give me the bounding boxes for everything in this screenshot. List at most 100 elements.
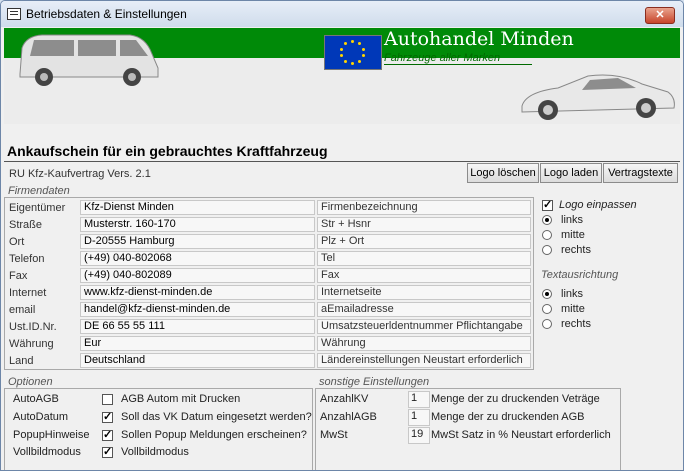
field-label: Währung [9,338,54,350]
field-row: Fax (+49) 040-802089 Fax [5,268,533,285]
brand-tagline: Fahrzeuge aller Marken [384,52,532,65]
brand-name: Autohandel Minden [384,28,574,50]
logo-load-button[interactable]: Logo laden [540,163,602,183]
country-input[interactable]: Deutschland [80,353,315,368]
field-row: email handel@kfz-dienst-minden.de aEmail… [5,302,533,319]
field-row: Eigentümer Kfz-Dienst Minden Firmenbezei… [5,200,533,217]
setting-text: Menge der zu druckenden Veträge [431,393,600,405]
eu-flag-icon [324,35,382,70]
field-label: email [9,304,36,316]
field-description: Tel [317,251,531,266]
field-description: Umsatzsteuerldentnummer Pflichtangabe [317,319,531,334]
street-input[interactable]: Musterstr. 160-170 [80,217,315,232]
option-text: Vollbildmodus [121,446,189,458]
contract-texts-button[interactable]: Vertragstexte [603,163,678,183]
text-right-radio[interactable] [542,319,552,329]
field-row: Währung Eur Währung [5,336,533,353]
option-label: PopupHinweise [13,429,90,441]
field-row: Ort D-20555 Hamburg Plz + Ort [5,234,533,251]
field-row: Telefon (+49) 040-802068 Tel [5,251,533,268]
currency-input[interactable]: Eur [80,336,315,351]
van-image [19,34,159,86]
auto-date-checkbox[interactable] [102,410,113,423]
field-label: Eigentümer [9,202,66,214]
logo-right-label: rechts [561,244,591,256]
logo-right-radio[interactable] [542,245,552,255]
field-row: Internet www.kfz-dienst-minden.de Intern… [5,285,533,302]
auto-agb-checkbox[interactable] [102,394,113,405]
owner-input[interactable]: Kfz-Dienst Minden [80,200,315,215]
close-button[interactable]: ✕ [645,7,675,24]
page-title: Ankaufschein für ein gebrauchtes Kraftfa… [7,143,328,159]
setting-text: MwSt Satz in % Neustart erforderlich [431,429,611,441]
firmendaten-panel: Eigentümer Kfz-Dienst Minden Firmenbezei… [4,197,534,370]
field-label: Telefon [9,253,45,265]
logo-center-radio[interactable] [542,230,552,240]
field-row: Ust.ID.Nr. DE 66 55 55 111 Umsatzsteuerl… [5,319,533,336]
fax-input[interactable]: (+49) 040-802089 [80,268,315,283]
header-banner: Autohandel Minden Fahrzeuge aller Marken [4,28,680,124]
email-input[interactable]: handel@kfz-dienst-minden.de [80,302,315,317]
logo-fit-label: Logo einpassen [559,199,637,211]
field-label: Ust.ID.Nr. [9,321,57,333]
logo-delete-button[interactable]: Logo löschen [467,163,539,183]
field-description: Fax [317,268,531,283]
field-row: Land Deutschland Ländereinstellungen Neu… [5,353,533,370]
app-icon [7,8,21,20]
text-center-label: mitte [561,303,585,315]
agb-count-input[interactable]: 1 [408,409,430,426]
logo-left-label: links [561,214,584,226]
setting-label: MwSt [320,429,348,441]
field-description: Ländereinstellungen Neustart erforderlic… [317,353,531,368]
popup-hints-checkbox[interactable] [102,428,113,441]
vat-rate-input[interactable]: 19 [408,427,430,444]
contract-count-input[interactable]: 1 [408,391,430,408]
field-label: Land [9,355,34,367]
field-description: aEmailadresse [317,302,531,317]
option-label: AutoAGB [13,393,59,405]
field-description: Internetseite [317,285,531,300]
option-label: Vollbildmodus [13,446,81,458]
optionen-panel: AutoAGB AGB Autom mit Drucken AutoDatum … [4,388,313,470]
optionen-label: Optionen [8,376,53,388]
window-title: Betriebsdaten & Einstellungen [26,7,187,21]
logo-fit-checkbox[interactable] [542,198,553,211]
option-text: AGB Autom mit Drucken [121,393,241,405]
text-left-label: links [561,288,584,300]
fullscreen-checkbox[interactable] [102,445,113,458]
setting-label: AnzahlKV [320,393,369,405]
option-label: AutoDatum [13,411,69,423]
sonstige-panel: AnzahlKV 1 Menge der zu druckenden Veträ… [315,388,621,470]
text-left-radio[interactable] [542,289,552,299]
option-text: Sollen Popup Meldungen erscheinen? [121,429,307,441]
logo-left-radio[interactable] [542,215,552,225]
website-input[interactable]: www.kfz-dienst-minden.de [80,285,315,300]
divider [4,161,680,162]
title-bar[interactable]: Betriebsdaten & Einstellungen ✕ [1,1,683,27]
option-text: Soll das VK Datum eingesetzt werden? [121,411,312,423]
firmendaten-label: Firmendaten [8,185,70,197]
sonstige-label: sonstige Einstellungen [319,376,430,388]
field-description: Währung [317,336,531,351]
version-label: RU Kfz-Kaufvertrag Vers. 2.1 [9,168,151,180]
field-label: Ort [9,236,25,248]
setting-text: Menge der zu druckenden AGB [431,411,585,423]
vat-id-input[interactable]: DE 66 55 55 111 [80,319,315,334]
field-description: Firmenbezeichnung [317,200,531,215]
text-right-label: rechts [561,318,591,330]
field-label: Internet [9,287,47,299]
field-description: Plz + Ort [317,234,531,249]
city-input[interactable]: D-20555 Hamburg [80,234,315,249]
phone-input[interactable]: (+49) 040-802068 [80,251,315,266]
logo-center-label: mitte [561,229,585,241]
text-align-label: Textausrichtung [541,269,619,281]
text-center-radio[interactable] [542,304,552,314]
field-label: Fax [9,270,28,282]
field-description: Str + Hsnr [317,217,531,232]
field-label: Straße [9,219,43,231]
setting-label: AnzahlAGB [320,411,377,423]
car-image [521,74,675,120]
app-window: Betriebsdaten & Einstellungen ✕ Autohand… [0,0,684,471]
field-row: Straße Musterstr. 160-170 Str + Hsnr [5,217,533,234]
client-area: Autohandel Minden Fahrzeuge aller Marken… [3,27,681,470]
